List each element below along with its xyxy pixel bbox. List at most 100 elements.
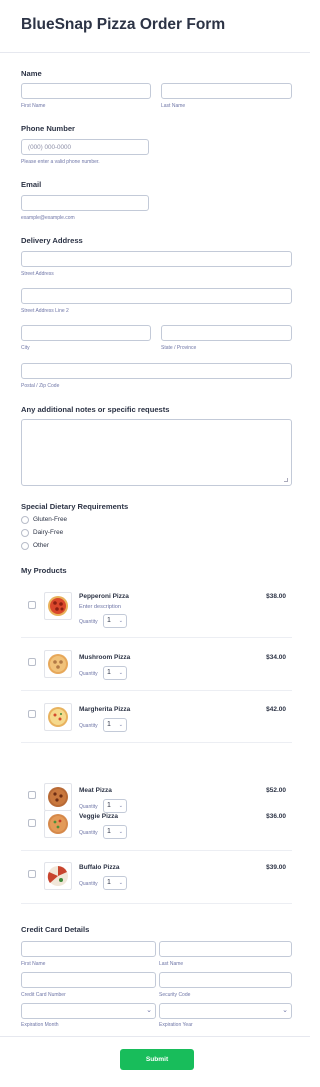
expiration-month-select[interactable]: ⌄	[21, 1003, 156, 1019]
quantity-value: 1	[107, 617, 111, 624]
product-name: Mushroom Pizza	[79, 654, 131, 661]
card-number-sublabel: Credit Card Number	[21, 992, 66, 998]
product-description: Enter description	[79, 604, 121, 610]
product-checkbox[interactable]	[28, 819, 36, 827]
radio-other[interactable]	[21, 542, 29, 550]
chevron-down-icon: ⌄	[118, 803, 123, 809]
quantity-value: 1	[107, 802, 111, 809]
first-name-sublabel: First Name	[21, 103, 46, 109]
chevron-down-icon: ⌄	[118, 880, 123, 886]
footer-divider	[0, 1036, 310, 1037]
last-name-input[interactable]	[161, 83, 292, 99]
chevron-down-icon: ⌄	[118, 670, 123, 676]
form-title: BlueSnap Pizza Order Form	[21, 16, 226, 33]
street-input[interactable]	[21, 251, 292, 267]
street-sublabel: Street Address	[21, 271, 54, 277]
city-sublabel: City	[21, 345, 30, 351]
quantity-label: Quantity	[79, 671, 98, 677]
product-name: Buffalo Pizza	[79, 864, 120, 871]
product-checkbox[interactable]	[28, 710, 36, 718]
quantity-select[interactable]: 1 ⌄	[103, 666, 127, 680]
products-label: My Products	[21, 566, 67, 575]
first-name-input[interactable]	[21, 83, 151, 99]
expiration-month-sublabel: Expiration Month	[21, 1022, 59, 1028]
product-price: $36.00	[266, 813, 286, 820]
dietary-label: Special Dietary Requirements	[21, 502, 129, 511]
quantity-label: Quantity	[79, 881, 98, 887]
street2-sublabel: Street Address Line 2	[21, 308, 69, 314]
email-input[interactable]	[21, 195, 149, 211]
product-divider	[21, 903, 292, 904]
city-input[interactable]	[21, 325, 151, 341]
zip-input[interactable]	[21, 363, 292, 379]
email-hint: example@example.com	[21, 215, 75, 221]
product-divider	[21, 637, 292, 638]
chevron-down-icon: ⌄	[282, 1007, 288, 1014]
quantity-value: 1	[107, 669, 111, 676]
expiration-year-sublabel: Expiration Year	[159, 1022, 193, 1028]
product-checkbox[interactable]	[28, 658, 36, 666]
chevron-down-icon: ⌄	[118, 722, 123, 728]
product-checkbox[interactable]	[28, 601, 36, 609]
chevron-down-icon: ⌄	[118, 618, 123, 624]
quantity-label: Quantity	[79, 830, 98, 836]
pizza-image-icon	[44, 650, 72, 678]
card-section-label: Credit Card Details	[21, 925, 90, 934]
card-last-name-input[interactable]	[159, 941, 292, 957]
product-name: Pepperoni Pizza	[79, 593, 129, 600]
card-number-input[interactable]	[21, 972, 156, 988]
product-name: Veggie Pizza	[79, 813, 119, 820]
pizza-image-icon	[44, 703, 72, 731]
radio-label-gluten-free: Gluten-Free	[33, 516, 68, 523]
quantity-select[interactable]: 1 ⌄	[103, 876, 127, 890]
state-input[interactable]	[161, 325, 292, 341]
quantity-value: 1	[107, 879, 111, 886]
security-code-input[interactable]	[159, 972, 292, 988]
chevron-down-icon: ⌄	[146, 1007, 152, 1014]
product-divider	[21, 742, 292, 743]
last-name-sublabel: Last Name	[161, 103, 186, 109]
state-sublabel: State / Province	[161, 345, 197, 351]
product-divider	[21, 850, 292, 851]
product-price: $34.00	[266, 654, 286, 661]
product-divider	[21, 690, 292, 691]
quantity-label: Quantity	[79, 619, 98, 625]
quantity-value: 1	[107, 828, 111, 835]
quantity-value: 1	[107, 721, 111, 728]
quantity-select[interactable]: 1 ⌄	[103, 799, 127, 813]
pizza-image-icon	[44, 783, 72, 811]
expiration-year-select[interactable]: ⌄	[159, 1003, 292, 1019]
card-first-name-input[interactable]	[21, 941, 156, 957]
card-last-name-sublabel: Last Name	[159, 961, 184, 967]
phone-placeholder: (000) 000-0000	[28, 144, 72, 151]
product-checkbox[interactable]	[28, 870, 36, 878]
security-code-sublabel: Security Code	[159, 992, 191, 998]
product-checkbox[interactable]	[28, 791, 36, 799]
quantity-label: Quantity	[79, 804, 98, 810]
radio-dairy-free[interactable]	[21, 529, 29, 537]
email-label: Email	[21, 180, 42, 189]
zip-sublabel: Postal / Zip Code	[21, 383, 60, 389]
product-price: $42.00	[266, 706, 286, 713]
address-label: Delivery Address	[21, 236, 83, 245]
quantity-select[interactable]: 1 ⌄	[103, 825, 127, 839]
title-divider	[0, 52, 310, 53]
phone-label: Phone Number	[21, 124, 76, 133]
radio-label-other: Other	[33, 542, 49, 549]
submit-button[interactable]: Submit	[120, 1049, 194, 1070]
notes-label: Any additional notes or specific request…	[21, 405, 170, 414]
radio-gluten-free[interactable]	[21, 516, 29, 524]
notes-textarea[interactable]	[21, 419, 292, 486]
pizza-image-icon	[44, 592, 72, 620]
product-name: Margherita Pizza	[79, 706, 131, 713]
quantity-select[interactable]: 1 ⌄	[103, 718, 127, 732]
chevron-down-icon: ⌄	[118, 829, 123, 835]
quantity-select[interactable]: 1 ⌄	[103, 614, 127, 628]
resize-grip-icon[interactable]	[284, 478, 288, 482]
pizza-image-icon	[44, 810, 72, 838]
phone-input[interactable]: (000) 000-0000	[21, 139, 149, 155]
product-price: $38.00	[266, 593, 286, 600]
card-first-name-sublabel: First Name	[21, 961, 46, 967]
product-price: $52.00	[266, 787, 286, 794]
street2-input[interactable]	[21, 288, 292, 304]
